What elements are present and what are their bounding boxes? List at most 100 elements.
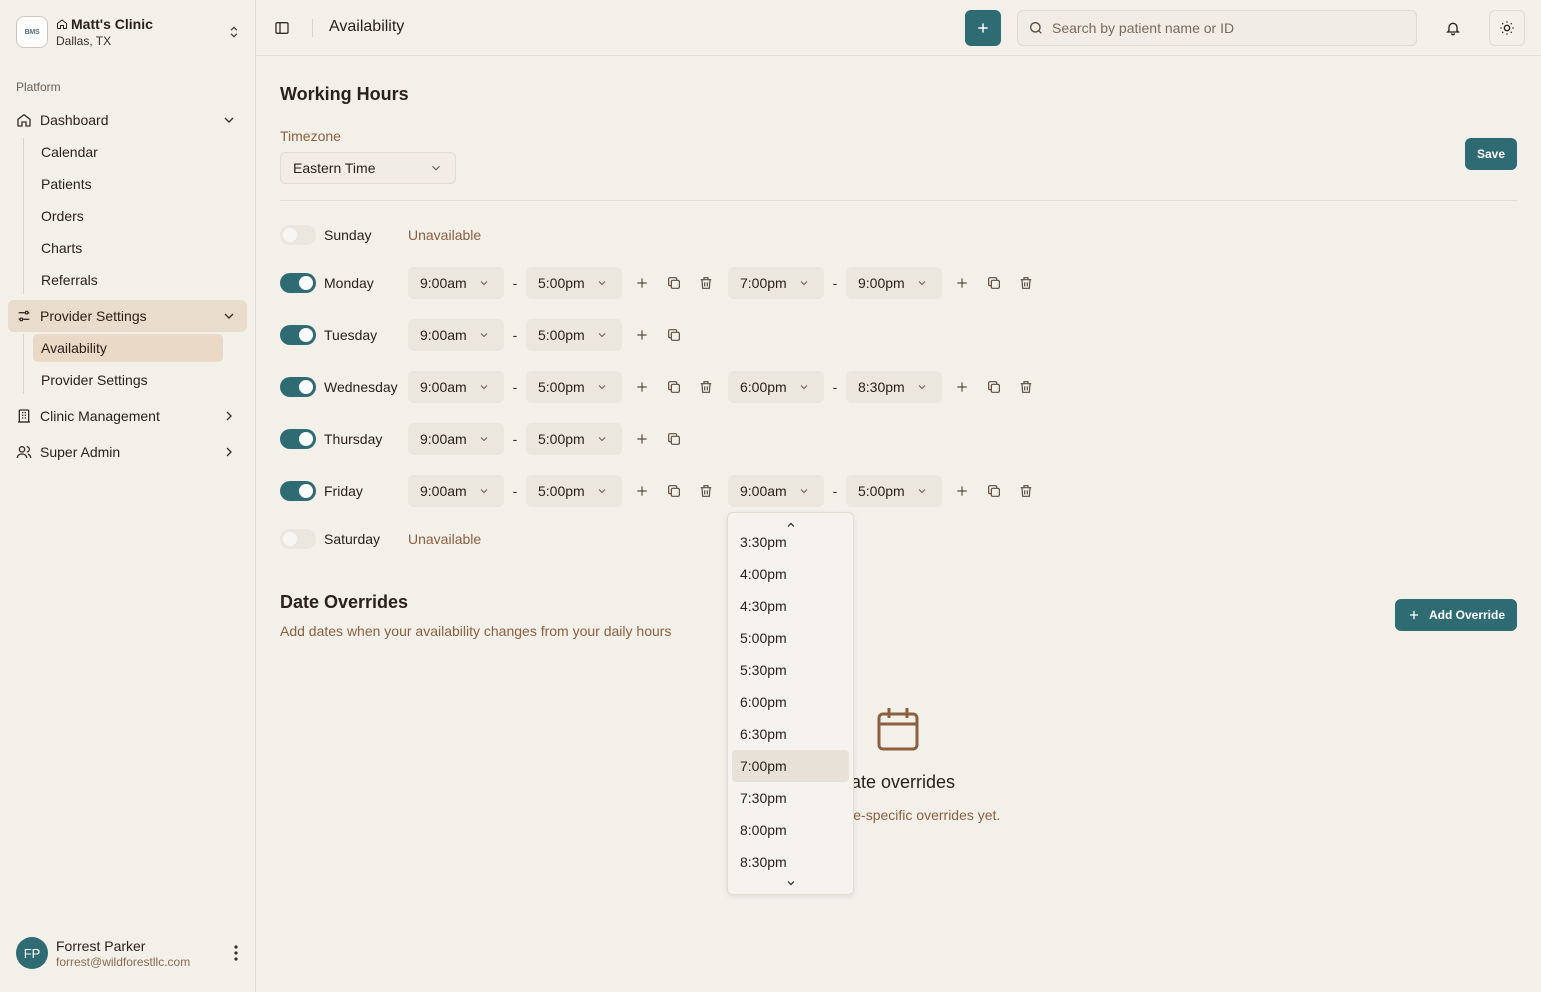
search-input[interactable] [1052, 20, 1416, 36]
timezone-select[interactable]: Eastern Time [280, 152, 456, 184]
nav-clinic-management[interactable]: Clinic Management [8, 400, 247, 432]
nav-provider-settings-sub[interactable]: Provider Settings [33, 366, 223, 394]
plus-icon [1409, 610, 1419, 620]
copy-icon[interactable] [658, 475, 690, 507]
time-option[interactable]: 8:30pm [732, 846, 849, 878]
nav-provider-settings[interactable]: Provider Settings [8, 300, 247, 332]
thursday-range-1-start-select[interactable]: 9:00am [408, 423, 504, 455]
monday-range-2-end-select[interactable]: 9:00pm [846, 267, 942, 299]
chevron-down-icon [478, 381, 490, 393]
nav-availability[interactable]: Availability [33, 334, 223, 362]
quick-add-button[interactable] [965, 10, 1001, 46]
plus-icon[interactable] [626, 423, 658, 455]
nav-orders[interactable]: Orders [33, 202, 223, 230]
thursday-range-1-end-select[interactable]: 5:00pm [526, 423, 622, 455]
time-value: 5:00pm [858, 483, 905, 499]
trash-icon[interactable] [690, 475, 722, 507]
chevron-down-icon [221, 308, 237, 324]
friday-range-1-end-select[interactable]: 5:00pm [526, 475, 622, 507]
nav-patients[interactable]: Patients [33, 170, 223, 198]
time-option[interactable]: 7:30pm [732, 782, 849, 814]
copy-icon[interactable] [978, 267, 1010, 299]
clinic-switcher[interactable]: BMS Matt's Clinic Dallas, TX [16, 14, 242, 50]
day-row-friday: Friday 9:00am - 5:00pm 9:00am - 5:00pm [280, 475, 1042, 507]
plus-icon[interactable] [626, 371, 658, 403]
monday-range-1-end-select[interactable]: 5:00pm [526, 267, 622, 299]
range-separator: - [832, 275, 838, 291]
time-value: 9:00am [420, 275, 467, 291]
nav-calendar[interactable]: Calendar [33, 138, 223, 166]
copy-icon[interactable] [658, 423, 690, 455]
copy-icon[interactable] [978, 371, 1010, 403]
time-option[interactable]: 6:30pm [732, 718, 849, 750]
day-row-thursday: Thursday 9:00am - 5:00pm [280, 423, 690, 455]
time-option[interactable]: 7:00pm [732, 750, 849, 782]
add-override-label: Add Override [1428, 608, 1506, 622]
nav-charts[interactable]: Charts [33, 234, 223, 262]
nav-dashboard[interactable]: Dashboard [8, 104, 247, 136]
chevron-right-icon [221, 408, 237, 424]
time-option[interactable]: 6:00pm [732, 686, 849, 718]
sidebar: BMS Matt's Clinic Dallas, TX Platform Da… [0, 0, 256, 992]
copy-icon[interactable] [658, 371, 690, 403]
toggle-monday[interactable] [280, 273, 316, 293]
date-overrides-subtitle: Add dates when your availability changes… [280, 623, 672, 639]
range-separator: - [512, 327, 518, 343]
time-option[interactable]: 3:30pm [732, 526, 849, 558]
chevrons-up-down-icon[interactable] [226, 22, 242, 42]
nav-super-admin[interactable]: Super Admin [8, 436, 247, 468]
friday-range-2-end-select[interactable]: 5:00pm [846, 475, 942, 507]
trash-icon[interactable] [690, 371, 722, 403]
tuesday-range-1-end-select[interactable]: 5:00pm [526, 319, 622, 351]
wednesday-range-1-start-select[interactable]: 9:00am [408, 371, 504, 403]
toggle-saturday[interactable] [280, 529, 316, 549]
copy-icon[interactable] [658, 319, 690, 351]
toggle-thursday[interactable] [280, 429, 316, 449]
toggle-knob [299, 432, 313, 446]
plus-icon[interactable] [946, 371, 978, 403]
plus-icon[interactable] [626, 319, 658, 351]
toggle-friday[interactable] [280, 481, 316, 501]
wednesday-range-1-end-select[interactable]: 5:00pm [526, 371, 622, 403]
monday-range-2-start-select[interactable]: 7:00pm [728, 267, 824, 299]
save-button[interactable]: Save [1465, 138, 1517, 170]
plus-icon[interactable] [626, 475, 658, 507]
chevron-down-icon[interactable] [728, 877, 853, 889]
time-option[interactable]: 5:30pm [732, 654, 849, 686]
toggle-wednesday[interactable] [280, 377, 316, 397]
toggle-sunday[interactable] [280, 225, 316, 245]
nav-clinic-management-label: Clinic Management [40, 408, 160, 424]
time-option[interactable]: 4:00pm [732, 558, 849, 590]
nav-referrals[interactable]: Referrals [33, 266, 223, 294]
wednesday-range-2-end-select[interactable]: 8:30pm [846, 371, 942, 403]
nav-super-admin-label: Super Admin [40, 444, 121, 460]
trash-icon[interactable] [690, 267, 722, 299]
friday-range-2-start-select[interactable]: 9:00am [728, 475, 824, 507]
user-menu[interactable]: FP Forrest Parker forrest@wildforestllc.… [16, 935, 244, 971]
wednesday-range-2-start-select[interactable]: 6:00pm [728, 371, 824, 403]
friday-range-1-start-select[interactable]: 9:00am [408, 475, 504, 507]
toggle-tuesday[interactable] [280, 325, 316, 345]
trash-icon[interactable] [1010, 371, 1042, 403]
chevron-down-icon [798, 485, 810, 497]
copy-icon[interactable] [978, 475, 1010, 507]
monday-range-1-start-select[interactable]: 9:00am [408, 267, 504, 299]
sidebar-toggle-icon[interactable] [274, 20, 290, 36]
toggle-knob [299, 328, 313, 342]
more-vertical-icon[interactable] [228, 943, 244, 963]
trash-icon[interactable] [1010, 267, 1042, 299]
bell-icon[interactable] [1445, 20, 1461, 36]
copy-icon[interactable] [658, 267, 690, 299]
time-option[interactable]: 5:00pm [732, 622, 849, 654]
plus-icon[interactable] [946, 475, 978, 507]
time-option[interactable]: 8:00pm [732, 814, 849, 846]
theme-toggle-button[interactable] [1489, 10, 1525, 46]
time-option[interactable]: 4:30pm [732, 590, 849, 622]
add-override-button[interactable]: Add Override [1395, 599, 1517, 631]
plus-icon[interactable] [946, 267, 978, 299]
toggle-knob [299, 276, 313, 290]
plus-icon[interactable] [626, 267, 658, 299]
tuesday-range-1-start-select[interactable]: 9:00am [408, 319, 504, 351]
trash-icon[interactable] [1010, 475, 1042, 507]
time-dropdown: 3:30pm 4:00pm 4:30pm 5:00pm 5:30pm 6:00pm 6:30… [727, 512, 854, 895]
